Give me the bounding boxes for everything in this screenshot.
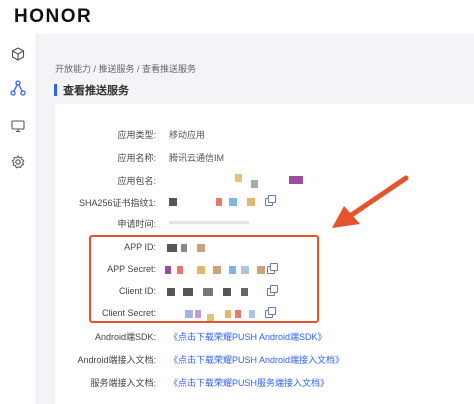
package-name-label: 应用包名: — [117, 176, 156, 186]
row-server-guide: 服务端接入文档: 《点击下载荣耀PUSH服务端接入文档》 — [37, 376, 456, 390]
copy-icon[interactable] — [265, 195, 276, 206]
cube-icon[interactable] — [8, 44, 28, 64]
server-guide-label: 服务端接入文档: — [90, 378, 156, 388]
redacted-block — [216, 198, 222, 206]
row-android-sdk: Android端SDK: 《点击下载荣耀PUSH Android端SDK》 — [37, 330, 456, 344]
app-name-value: 腾讯云通信IM — [169, 153, 224, 163]
row-app-name: 应用名称: 腾讯云通信IM — [37, 151, 456, 165]
page-title: 查看推送服务 — [63, 85, 129, 97]
top-bar: HONOR — [0, 0, 474, 34]
redacted-block — [289, 176, 303, 184]
sha256-label: SHA256证书指纹1: — [78, 198, 156, 208]
sidebar — [0, 34, 37, 404]
monitor-icon[interactable] — [8, 116, 28, 136]
redacted-block — [247, 198, 255, 206]
server-guide-download-link[interactable]: 《点击下载荣耀PUSH服务端接入文档》 — [169, 376, 329, 389]
android-guide-download-link[interactable]: 《点击下载荣耀PUSH Android端接入文档》 — [169, 353, 344, 366]
row-app-type: 应用类型: 移动应用 — [37, 128, 456, 142]
breadcrumb[interactable]: 开放能力 / 推送服务 / 查看推送服务 — [55, 62, 196, 75]
honor-logo[interactable]: HONOR — [14, 6, 92, 28]
app-type-value: 移动应用 — [169, 130, 206, 140]
highlight-box — [89, 235, 319, 323]
redacted-block — [251, 180, 258, 188]
title-accent-bar — [54, 84, 57, 96]
android-sdk-download-link[interactable]: 《点击下载荣耀PUSH Android端SDK》 — [169, 330, 327, 343]
redacted-block — [169, 198, 177, 206]
app-type-label: 应用类型: — [117, 130, 156, 140]
apply-time-label: 申请时间: — [117, 219, 156, 229]
android-guide-label: Android端接入文档: — [77, 355, 156, 365]
redacted-block — [235, 174, 242, 182]
redacted-block — [229, 198, 237, 206]
row-android-guide: Android端接入文档: 《点击下载荣耀PUSH Android端接入文档》 — [37, 353, 456, 367]
redacted-block — [169, 221, 249, 224]
share-nodes-icon[interactable] — [8, 78, 28, 98]
arrow-annotation-icon — [332, 175, 409, 228]
android-sdk-label: Android端SDK: — [94, 332, 156, 342]
app-name-label: 应用名称: — [117, 153, 156, 163]
gear-icon[interactable] — [8, 152, 28, 172]
